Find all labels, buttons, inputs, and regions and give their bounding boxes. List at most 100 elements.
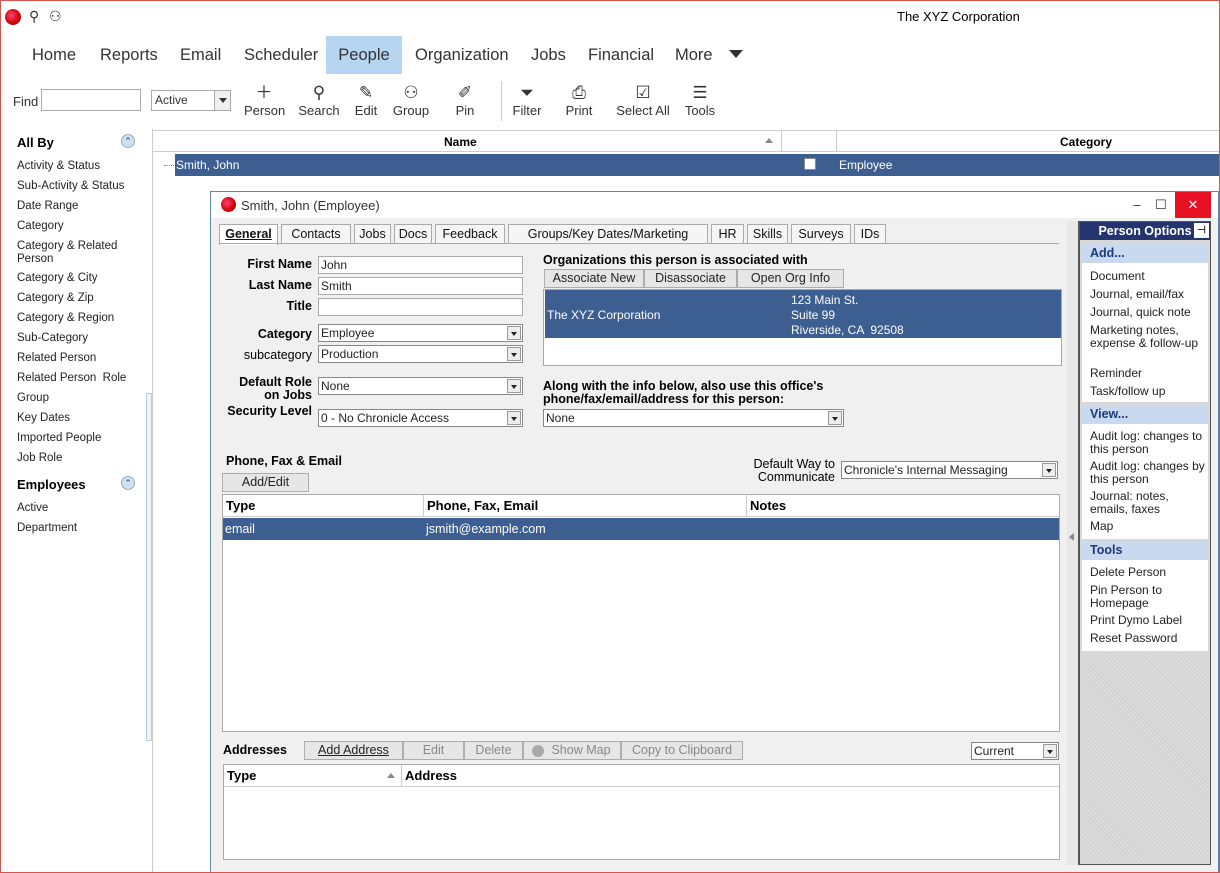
sidebar-item-activity-status[interactable]: Activity & Status (17, 160, 100, 173)
sidebar-item-category-city[interactable]: Category & City (17, 272, 98, 285)
sidebar-item-sub-activity-status[interactable]: Sub-Activity & Status (17, 180, 124, 193)
pin-person-link[interactable]: Pin Person to Homepage (1090, 584, 1190, 610)
status-select[interactable]: Active (151, 90, 231, 111)
default-way-select[interactable]: Chronicle's Internal Messaging (841, 461, 1058, 479)
audit-log-changes-to-link[interactable]: Audit log: changes to this person (1090, 430, 1206, 456)
column-header-notes[interactable]: Notes (747, 495, 1059, 517)
add-marketing-notes-link[interactable]: Marketing notes, expense & follow-up (1090, 324, 1202, 350)
tab-general[interactable]: General (219, 224, 278, 245)
open-org-info-button[interactable]: Open Org Info (737, 269, 844, 288)
sidebar-item-related-person[interactable]: Related Person (17, 352, 96, 365)
collapse-icon[interactable]: ⌃ (121, 134, 135, 148)
column-header-name[interactable]: Name (444, 135, 477, 149)
column-header-address[interactable]: Address (402, 765, 1059, 787)
pin-icon[interactable]: ⚲ (29, 8, 39, 25)
pin-icon[interactable]: ⊣ (1194, 223, 1209, 238)
tab-feedback[interactable]: Feedback (435, 224, 505, 244)
sidebar-item-department[interactable]: Department (17, 522, 77, 535)
menu-jobs[interactable]: Jobs (519, 36, 578, 74)
filter-button[interactable]: ⏷ Filter (511, 83, 543, 119)
category-select[interactable]: Employee (318, 324, 523, 342)
tab-skills[interactable]: Skills (747, 224, 788, 244)
default-role-select[interactable]: None (318, 377, 523, 395)
options-splitter[interactable] (1067, 221, 1079, 865)
edit-address-button[interactable]: Edit (403, 741, 464, 760)
sidebar-item-key-dates[interactable]: Key Dates (17, 412, 70, 425)
column-header-phone[interactable]: Phone, Fax, Email (424, 495, 747, 517)
tab-docs[interactable]: Docs (394, 224, 432, 244)
edit-button[interactable]: ✎ Edit (352, 83, 380, 119)
sidebar-item-group[interactable]: Group (17, 392, 49, 405)
menu-home[interactable]: Home (20, 36, 88, 74)
maximize-button[interactable]: ☐ (1143, 192, 1179, 218)
address-filter-select[interactable]: Current (971, 742, 1059, 760)
sidebar-item-category-zip[interactable]: Category & Zip (17, 292, 94, 305)
journal-notes-link[interactable]: Journal: notes, emails, faxes (1090, 490, 1206, 516)
sidebar-item-active[interactable]: Active (17, 502, 48, 515)
last-name-field[interactable]: Smith (318, 277, 523, 295)
tab-surveys[interactable]: Surveys (791, 224, 851, 244)
subcategory-select[interactable]: Production (318, 345, 523, 363)
column-header-category[interactable]: Category (1060, 135, 1112, 149)
office-select[interactable]: None (543, 409, 844, 427)
sidebar-item-related-person-role[interactable]: Related Person Role (17, 372, 126, 385)
menu-more[interactable]: More (663, 36, 725, 74)
sidebar-item-category-related-person[interactable]: Category & Related Person (17, 240, 127, 266)
menu-organization[interactable]: Organization (403, 36, 521, 74)
column-header-type[interactable]: Type (224, 765, 402, 787)
table-row[interactable]: email jsmith@example.com (223, 518, 1059, 540)
find-input[interactable] (41, 89, 141, 111)
associate-new-button[interactable]: Associate New (544, 269, 644, 288)
sidebar-item-job-role[interactable]: Job Role (17, 452, 62, 465)
sidebar-item-category[interactable]: Category (17, 220, 64, 233)
menu-people[interactable]: People (326, 36, 402, 74)
map-link[interactable]: Map (1090, 520, 1113, 533)
add-address-button[interactable]: Add Address (304, 741, 403, 760)
sidebar-item-sub-category[interactable]: Sub-Category (17, 332, 88, 345)
chevron-down-icon[interactable] (729, 50, 743, 58)
disassociate-button[interactable]: Disassociate (644, 269, 737, 288)
title-field[interactable] (318, 298, 523, 316)
tab-groups-key-dates-marketing[interactable]: Groups/Key Dates/Marketing (508, 224, 708, 244)
print-dymo-label-link[interactable]: Print Dymo Label (1090, 614, 1182, 627)
add-task-link[interactable]: Task/follow up (1090, 385, 1165, 398)
add-journal-email-link[interactable]: Journal, email/fax (1090, 288, 1184, 301)
row-checkbox[interactable] (804, 158, 816, 170)
add-person-button[interactable]: ＋ Person (244, 83, 285, 119)
tab-hr[interactable]: HR (711, 224, 744, 244)
tools-button[interactable]: ☰ Tools (684, 83, 716, 119)
tab-contacts[interactable]: Contacts (281, 224, 351, 244)
add-reminder-link[interactable]: Reminder (1090, 367, 1142, 380)
menu-scheduler[interactable]: Scheduler (232, 36, 330, 74)
first-name-field[interactable]: John (318, 256, 523, 274)
audit-log-changes-by-link[interactable]: Audit log: changes by this person (1090, 460, 1206, 486)
sidebar-item-imported-people[interactable]: Imported People (17, 432, 101, 445)
table-row[interactable]: Smith, John Employee (175, 154, 1219, 176)
menu-reports[interactable]: Reports (88, 36, 170, 74)
add-journal-quick-note-link[interactable]: Journal, quick note (1090, 306, 1191, 319)
group-button[interactable]: ⚇ Group (391, 83, 431, 119)
security-level-select[interactable]: 0 - No Chronicle Access (318, 409, 523, 427)
add-edit-button[interactable]: Add/Edit (222, 473, 309, 492)
close-button[interactable]: ✕ (1175, 192, 1211, 218)
menu-financial[interactable]: Financial (576, 36, 666, 74)
add-document-link[interactable]: Document (1090, 270, 1145, 283)
reset-password-link[interactable]: Reset Password (1090, 632, 1177, 645)
sidebar-item-category-region[interactable]: Category & Region (17, 312, 114, 325)
pin-button[interactable]: ✐ Pin (453, 83, 477, 119)
delete-person-link[interactable]: Delete Person (1090, 566, 1166, 579)
collapse-icon[interactable]: ⌃ (121, 476, 135, 490)
print-button[interactable]: ⎙ Print (564, 83, 594, 119)
list-item[interactable]: The XYZ Corporation 123 Main St. Suite 9… (545, 290, 1061, 338)
group-icon[interactable]: ⚇ (49, 8, 62, 25)
sidebar-item-date-range[interactable]: Date Range (17, 200, 78, 213)
select-all-button[interactable]: ☑ Select All (615, 83, 671, 119)
menu-email[interactable]: Email (168, 36, 233, 74)
tab-ids[interactable]: IDs (854, 224, 886, 244)
delete-address-button[interactable]: Delete (464, 741, 523, 760)
show-map-button[interactable]: Show Map (523, 741, 621, 760)
column-header-type[interactable]: Type (223, 495, 424, 517)
tab-jobs[interactable]: Jobs (354, 224, 391, 244)
search-button[interactable]: ⚲ Search (298, 83, 340, 119)
copy-to-clipboard-button[interactable]: Copy to Clipboard (621, 741, 743, 760)
